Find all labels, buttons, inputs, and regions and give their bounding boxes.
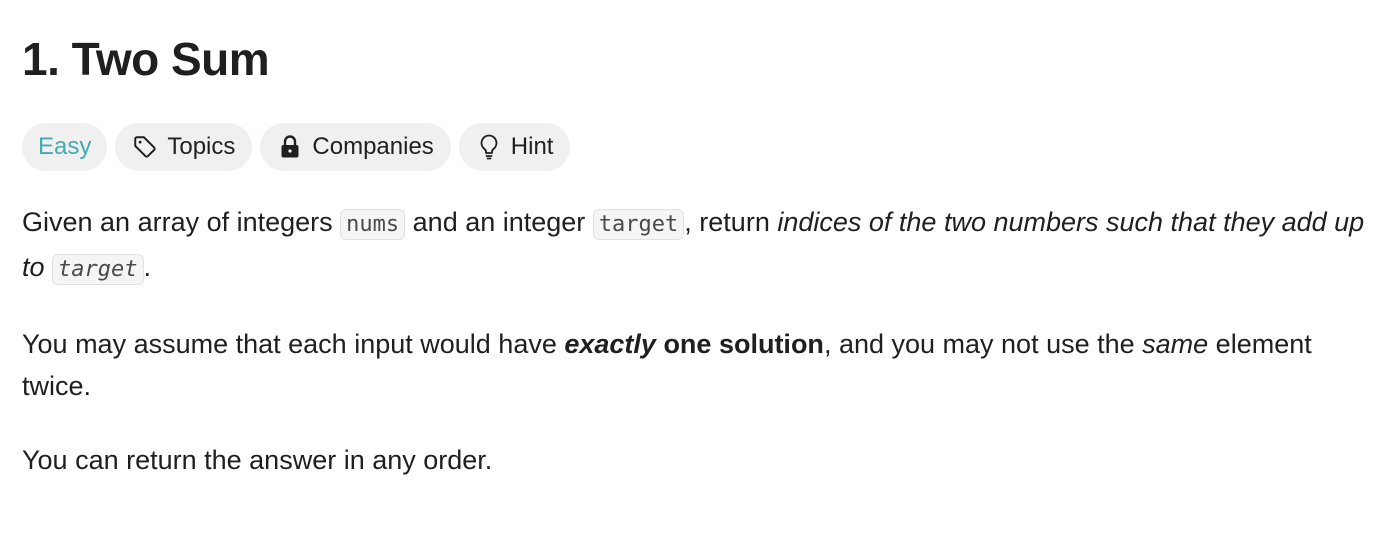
- problem-title[interactable]: 1. Two Sum: [22, 0, 1366, 88]
- difficulty-label: Easy: [38, 133, 92, 160]
- description-paragraph-3: You can return the answer in any order.: [22, 445, 493, 475]
- text: .: [143, 252, 152, 282]
- code-target-italic: target: [52, 254, 144, 285]
- hint-button[interactable]: Hint: [458, 123, 571, 171]
- code-nums: nums: [340, 209, 406, 240]
- description-paragraph-1: Given an array of integers nums and an i…: [22, 201, 1366, 291]
- companies-button[interactable]: Companies: [260, 123, 451, 171]
- tag-icon: [132, 134, 158, 160]
- text: You may assume that each input would hav…: [22, 329, 565, 359]
- bold-italic-text: exactly: [564, 329, 656, 359]
- emphasis-text: same: [1142, 329, 1209, 359]
- text: , return: [684, 207, 778, 237]
- text: , and you may not use the: [823, 329, 1143, 359]
- topics-button[interactable]: Topics: [115, 123, 253, 171]
- hint-label: Hint: [510, 133, 554, 160]
- companies-label: Companies: [312, 133, 434, 160]
- text: Given an array of integers: [22, 207, 341, 237]
- description-paragraph-2: You may assume that each input would hav…: [22, 323, 1366, 407]
- bold-text: one solution: [655, 329, 824, 359]
- difficulty-badge: Easy: [22, 123, 108, 171]
- problem-tags-row: Easy Topics Companies Hint: [22, 123, 1366, 171]
- problem-description-panel: 1. Two Sum Easy Topics Companies Hint Gi…: [0, 0, 1388, 481]
- lightbulb-icon: [476, 134, 502, 160]
- topics-label: Topics: [167, 133, 236, 160]
- text: and an integer: [405, 207, 593, 237]
- lock-icon: [277, 134, 303, 160]
- code-target: target: [592, 209, 685, 240]
- problem-description: Given an array of integers nums and an i…: [22, 201, 1366, 481]
